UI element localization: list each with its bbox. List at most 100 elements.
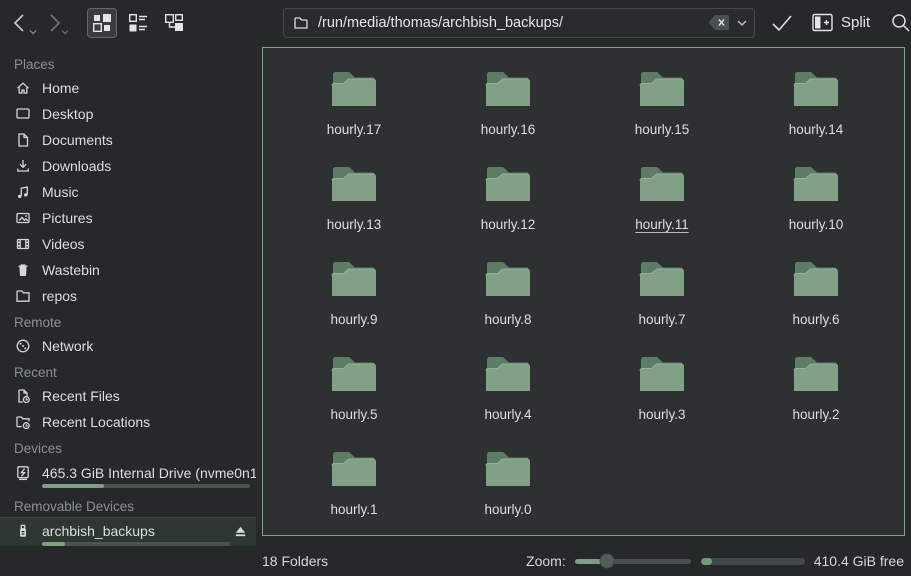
- section-header-recent: Recent: [0, 359, 256, 383]
- folder-icon: [792, 353, 840, 395]
- music-icon: [14, 184, 31, 201]
- home-icon: [14, 80, 31, 97]
- tree-view-icon: [162, 11, 186, 35]
- folder-item[interactable]: hourly.1: [277, 439, 431, 534]
- folder-label: hourly.11: [635, 217, 689, 233]
- folder-label: hourly.6: [792, 312, 839, 328]
- folder-item[interactable]: hourly.10: [739, 154, 893, 249]
- view-mode-group: [87, 8, 195, 38]
- network-icon: [14, 338, 31, 355]
- folder-item[interactable]: hourly.5: [277, 344, 431, 439]
- sidebar-item-documents[interactable]: Documents: [0, 127, 256, 153]
- pictures-icon: [14, 210, 31, 227]
- sidebar-item-label: Recent Files: [42, 388, 120, 404]
- sidebar-item-wastebin[interactable]: Wastebin: [0, 257, 256, 283]
- main-area: hourly.17 hourly.16 hourly.15 hourly.14 …: [256, 45, 911, 546]
- sidebar-item-label: Music: [42, 184, 79, 200]
- folder-label: hourly.8: [484, 312, 531, 328]
- folder-icon: [638, 68, 686, 110]
- recent-files-icon: [14, 388, 31, 405]
- sidebar-item-label: Downloads: [42, 158, 111, 174]
- sidebar-item-label: Home: [42, 80, 79, 96]
- sidebar-item-home[interactable]: Home: [0, 75, 256, 101]
- details-view-button[interactable]: [123, 8, 153, 38]
- search-icon: [889, 11, 911, 35]
- clear-location-icon[interactable]: [707, 14, 730, 31]
- capacity-bar: [42, 484, 250, 488]
- details-view-icon: [126, 11, 150, 35]
- sidebar-item-videos[interactable]: Videos: [0, 231, 256, 257]
- folder-icon: [484, 448, 532, 490]
- back-button[interactable]: [8, 9, 34, 37]
- zoom-slider[interactable]: [575, 559, 691, 564]
- folder-item[interactable]: hourly.15: [585, 59, 739, 154]
- file-manager-window: /run/media/thomas/archbish_backups/: [0, 0, 911, 576]
- folder-icon: [638, 353, 686, 395]
- checkmark-icon: [770, 12, 794, 34]
- free-space-bar: [701, 558, 805, 565]
- sidebar-item-network[interactable]: Network: [0, 333, 256, 359]
- folder-label: hourly.2: [792, 407, 839, 423]
- folder-item[interactable]: hourly.8: [431, 249, 585, 344]
- split-button[interactable]: Split: [811, 12, 870, 33]
- folder-icon: [792, 163, 840, 205]
- folder-item[interactable]: hourly.6: [739, 249, 893, 344]
- tree-view-button[interactable]: [159, 8, 189, 38]
- items-count: 18 Folders: [262, 553, 328, 569]
- usb-drive-icon: [14, 522, 31, 539]
- folder-item[interactable]: hourly.4: [431, 344, 585, 439]
- folder-item[interactable]: hourly.14: [739, 59, 893, 154]
- split-button-label: Split: [841, 14, 870, 31]
- zoom-slider-handle[interactable]: [600, 554, 615, 569]
- folder-icon: [484, 163, 532, 205]
- folder-label: hourly.3: [638, 407, 685, 423]
- folder-item[interactable]: hourly.7: [585, 249, 739, 344]
- folder-label: hourly.1: [330, 502, 377, 518]
- sidebar-item-recent-locations[interactable]: Recent Locations: [0, 409, 256, 435]
- folder-item[interactable]: hourly.17: [277, 59, 431, 154]
- folder-item[interactable]: hourly.9: [277, 249, 431, 344]
- folder-icon: [638, 258, 686, 300]
- location-dropdown-icon[interactable]: [736, 19, 748, 27]
- zoom-control: Zoom:: [526, 553, 691, 569]
- eject-button[interactable]: [233, 524, 248, 538]
- sidebar-item-archbish-backups[interactable]: archbish_backups: [0, 517, 256, 546]
- icons-view-icon: [90, 11, 114, 35]
- sidebar-item-recent-files[interactable]: Recent Files: [0, 383, 256, 409]
- folder-icon: [792, 258, 840, 300]
- sidebar-item-label: Network: [42, 338, 93, 354]
- wastebin-icon: [14, 262, 31, 279]
- sidebar-item-label: Desktop: [42, 106, 93, 122]
- device-label: 465.3 GiB Internal Drive (nvme0n1...: [42, 465, 256, 481]
- sidebar-item-label: Wastebin: [42, 262, 100, 278]
- device-label: archbish_backups: [42, 523, 222, 539]
- sidebar-item-pictures[interactable]: Pictures: [0, 205, 256, 231]
- sidebar-item-music[interactable]: Music: [0, 179, 256, 205]
- folder-item[interactable]: hourly.3: [585, 344, 739, 439]
- icons-view-button[interactable]: [87, 8, 117, 38]
- folder-icon: [484, 353, 532, 395]
- folder-item[interactable]: hourly.12: [431, 154, 585, 249]
- sidebar-item-465-3-gib-internal-drive-nvme0n1[interactable]: 465.3 GiB Internal Drive (nvme0n1...: [0, 459, 256, 493]
- sidebar-item-repos[interactable]: repos: [0, 283, 256, 309]
- free-space-indicator: 410.4 GiB free: [701, 553, 904, 569]
- section-header-removable-devices: Removable Devices: [0, 493, 256, 517]
- internal-drive-icon: [14, 464, 31, 481]
- folder-icon: [293, 15, 309, 31]
- documents-icon: [14, 132, 31, 149]
- folder-item[interactable]: hourly.2: [739, 344, 893, 439]
- search-button[interactable]: [886, 8, 911, 38]
- folder-item[interactable]: hourly.16: [431, 59, 585, 154]
- forward-button[interactable]: [40, 9, 66, 37]
- apply-location-button[interactable]: [767, 9, 797, 37]
- sidebar-item-downloads[interactable]: Downloads: [0, 153, 256, 179]
- folder-item[interactable]: hourly.13: [277, 154, 431, 249]
- sidebar-item-desktop[interactable]: Desktop: [0, 101, 256, 127]
- folder-label: hourly.16: [481, 122, 536, 138]
- folder-label: hourly.15: [635, 122, 690, 138]
- sidebar-item-label: repos: [42, 288, 77, 304]
- location-bar[interactable]: /run/media/thomas/archbish_backups/: [283, 8, 755, 38]
- folder-item[interactable]: hourly.11: [585, 154, 739, 249]
- location-path: /run/media/thomas/archbish_backups/: [318, 15, 707, 31]
- folder-item[interactable]: hourly.0: [431, 439, 585, 534]
